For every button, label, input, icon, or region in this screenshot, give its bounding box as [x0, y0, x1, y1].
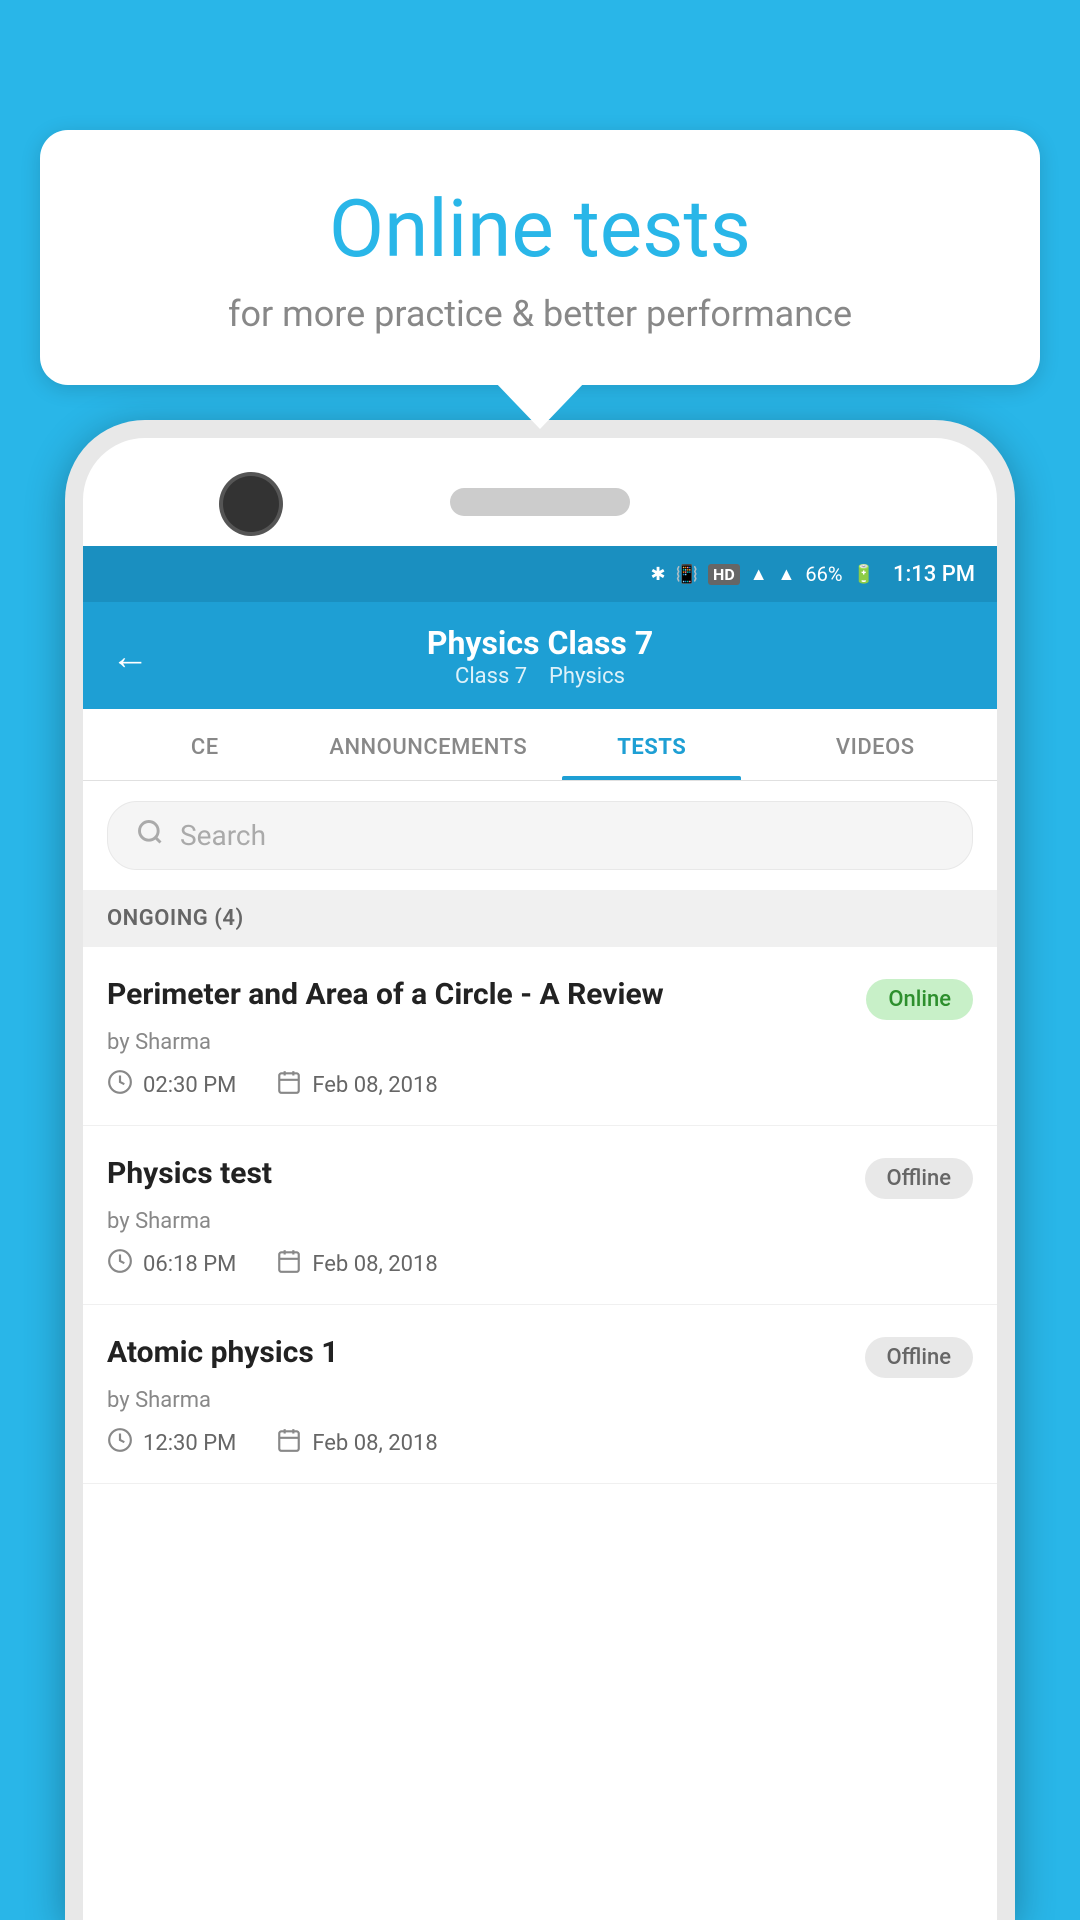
hd-badge: HD: [708, 564, 740, 585]
date-meta: Feb 08, 2018: [276, 1248, 437, 1280]
test-item[interactable]: Atomic physics 1 Offline by Sharma: [83, 1305, 997, 1484]
time-display: 1:13 PM: [893, 562, 975, 587]
test-date: Feb 08, 2018: [312, 1073, 437, 1098]
calendar-icon: [276, 1248, 302, 1280]
test-meta: 06:18 PM Feb 08, 201: [107, 1248, 973, 1280]
test-title: Perimeter and Area of a Circle - A Revie…: [107, 975, 846, 1014]
bluetooth-icon: ✱: [651, 564, 666, 585]
phone-frame: ✱ 📳 HD ▲ ▲ 66% 🔋 1:13 PM ← Physics Class…: [65, 420, 1015, 1920]
status-badge: Offline: [865, 1158, 973, 1199]
test-title: Atomic physics 1: [107, 1333, 845, 1372]
search-icon: [136, 818, 164, 853]
status-badge: Online: [866, 979, 973, 1020]
wifi-icon: ▲: [750, 564, 768, 585]
date-meta: Feb 08, 2018: [276, 1427, 437, 1459]
time-meta: 06:18 PM: [107, 1248, 236, 1280]
subtitle-subject: Physics: [549, 664, 625, 689]
subtitle-class: Class 7: [455, 664, 527, 689]
search-bar[interactable]: Search: [107, 801, 973, 870]
clock-icon: [107, 1069, 133, 1101]
clock-icon: [107, 1248, 133, 1280]
test-meta: 02:30 PM Feb 08, 201: [107, 1069, 973, 1101]
calendar-icon: [276, 1069, 302, 1101]
tooltip-bubble: Online tests for more practice & better …: [40, 130, 1040, 385]
test-item-header: Perimeter and Area of a Circle - A Revie…: [107, 975, 973, 1020]
test-author: by Sharma: [107, 1388, 973, 1413]
test-date: Feb 08, 2018: [312, 1431, 437, 1456]
app-bar-title-container: Physics Class 7 Class 7 Physics: [169, 624, 911, 689]
back-button[interactable]: ←: [111, 635, 149, 679]
test-author: by Sharma: [107, 1030, 973, 1055]
status-icons: ✱ 📳 HD ▲ ▲ 66% 🔋 1:13 PM: [651, 562, 976, 587]
screen: ✱ 📳 HD ▲ ▲ 66% 🔋 1:13 PM ← Physics Class…: [83, 546, 997, 1920]
status-badge: Offline: [865, 1337, 973, 1378]
vibrate-icon: 📳: [676, 564, 698, 585]
camera-icon: [223, 476, 279, 532]
signal-icon: ▲: [778, 564, 796, 585]
battery-icon: 🔋: [853, 564, 875, 585]
search-container: Search: [83, 781, 997, 890]
test-item[interactable]: Perimeter and Area of a Circle - A Revie…: [83, 947, 997, 1126]
battery-level: 66%: [805, 562, 842, 586]
tab-announcements[interactable]: ANNOUNCEMENTS: [317, 709, 541, 780]
tab-bar: CE ANNOUNCEMENTS TESTS VIDEOS: [83, 709, 997, 781]
test-author: by Sharma: [107, 1209, 973, 1234]
tab-videos[interactable]: VIDEOS: [764, 709, 988, 780]
section-header: ONGOING (4): [83, 890, 997, 947]
tooltip-subtitle: for more practice & better performance: [100, 293, 980, 335]
search-placeholder: Search: [180, 819, 266, 852]
test-meta: 12:30 PM Feb 08, 201: [107, 1427, 973, 1459]
tab-tests[interactable]: TESTS: [540, 709, 764, 780]
tab-ce[interactable]: CE: [93, 709, 317, 780]
date-meta: Feb 08, 2018: [276, 1069, 437, 1101]
clock-icon: [107, 1427, 133, 1459]
test-time: 12:30 PM: [143, 1431, 236, 1456]
test-date: Feb 08, 2018: [312, 1252, 437, 1277]
app-subtitle: Class 7 Physics: [169, 664, 911, 689]
test-title: Physics test: [107, 1154, 845, 1193]
app-title: Physics Class 7: [169, 624, 911, 662]
time-meta: 02:30 PM: [107, 1069, 236, 1101]
time-meta: 12:30 PM: [107, 1427, 236, 1459]
test-time: 02:30 PM: [143, 1073, 236, 1098]
test-time: 06:18 PM: [143, 1252, 236, 1277]
phone-inner: ✱ 📳 HD ▲ ▲ 66% 🔋 1:13 PM ← Physics Class…: [83, 438, 997, 1920]
speaker: [450, 488, 630, 516]
tooltip-title: Online tests: [100, 185, 980, 273]
app-bar: ← Physics Class 7 Class 7 Physics: [83, 602, 997, 709]
test-item-header: Physics test Offline: [107, 1154, 973, 1199]
test-item[interactable]: Physics test Offline by Sharma: [83, 1126, 997, 1305]
calendar-icon: [276, 1427, 302, 1459]
test-item-header: Atomic physics 1 Offline: [107, 1333, 973, 1378]
status-bar: ✱ 📳 HD ▲ ▲ 66% 🔋 1:13 PM: [83, 546, 997, 602]
test-list: Perimeter and Area of a Circle - A Revie…: [83, 947, 997, 1484]
